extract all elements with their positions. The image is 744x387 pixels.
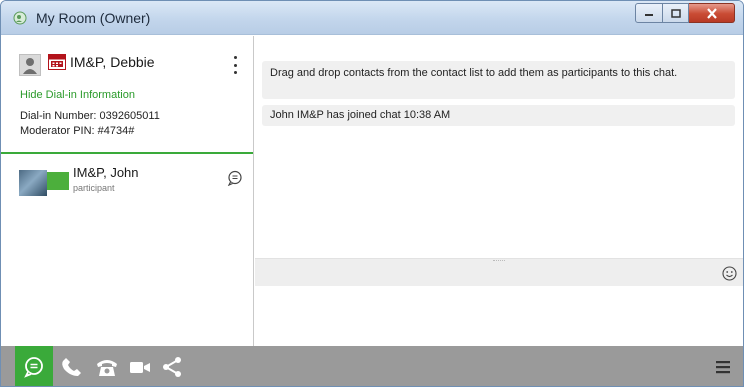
participant-role: participant [73, 183, 115, 193]
join-message: John IM&P has joined chat 10:38 AM [262, 105, 735, 126]
emoticon-icon[interactable] [722, 266, 737, 281]
window-controls [635, 3, 735, 23]
maximize-button[interactable] [663, 3, 689, 23]
resize-handle[interactable] [493, 260, 505, 262]
system-message: Drag and drop contacts from the contact … [262, 61, 735, 99]
owner-avatar [19, 54, 41, 76]
share-icon[interactable] [161, 356, 183, 378]
minimize-icon [645, 14, 653, 16]
title-bar[interactable]: My Room (Owner) [1, 1, 743, 35]
chat-button[interactable] [15, 346, 53, 386]
participant-avatar [19, 170, 47, 196]
message-input[interactable] [255, 287, 743, 346]
available-status-icon [47, 172, 69, 190]
chat-icon [24, 357, 43, 378]
bottom-toolbar [1, 346, 743, 386]
maximize-icon [670, 8, 681, 18]
participant-name: IM&P, John [73, 165, 139, 180]
chat-pane: Drag and drop contacts from the contact … [255, 36, 743, 346]
dialin-number: Dial-in Number: 0392605011 [20, 110, 160, 122]
chat-bubble-icon[interactable] [227, 170, 243, 186]
more-options-icon[interactable] [231, 56, 239, 74]
participant-item[interactable]: IM&P, John participant [1, 156, 253, 196]
video-camera-icon[interactable] [129, 356, 151, 378]
menu-icon[interactable] [715, 359, 731, 375]
chat-app-icon [13, 11, 27, 25]
owner-card: IM&P, Debbie Hide Dial-in Information Di… [1, 36, 253, 154]
hide-dialin-link[interactable]: Hide Dial-in Information [20, 89, 135, 101]
window-title: My Room (Owner) [36, 10, 151, 26]
close-button[interactable] [689, 3, 735, 23]
desk-phone-icon[interactable] [96, 356, 118, 378]
minimize-button[interactable] [635, 3, 663, 23]
phone-icon[interactable] [61, 356, 83, 378]
close-icon [706, 7, 717, 19]
owner-name: IM&P, Debbie [70, 54, 155, 70]
person-icon [23, 58, 37, 74]
message-history: Drag and drop contacts from the contact … [255, 36, 743, 258]
calendar-status-icon [48, 54, 66, 70]
moderator-pin: Moderator PIN: #4734# [20, 125, 135, 137]
chat-window: My Room (Owner) IM&P, Debbie Hide Dial-i… [0, 0, 744, 387]
compose-toolbar [255, 258, 743, 286]
participant-panel: IM&P, Debbie Hide Dial-in Information Di… [1, 36, 254, 346]
